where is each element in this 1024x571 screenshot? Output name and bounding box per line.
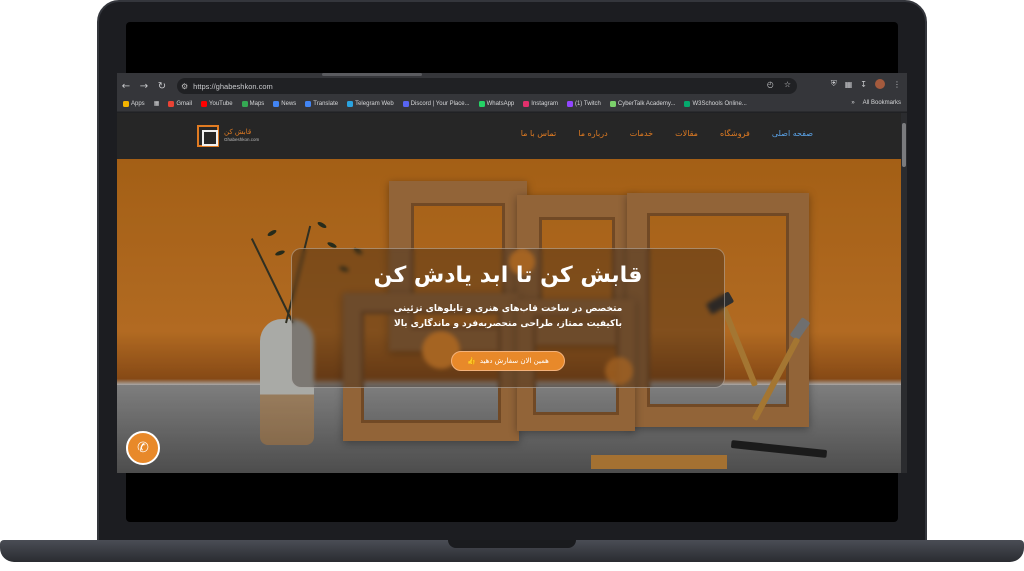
gmail-icon [168,100,175,107]
bookmark-item[interactable]: Instagram [523,100,558,107]
shield-icon[interactable]: ⛨ [831,79,837,89]
bookmark-item[interactable]: Apps [123,100,145,107]
hero-title: قابش کن تا ابد یادش کن [373,263,643,288]
site-logo[interactable]: قابش کن Ghabeshkon.com [197,125,259,147]
bookmark-label: (1) Twitch [574,100,601,107]
bookmark-item[interactable]: Telegram Web [347,100,394,107]
all-bookmarks-folder[interactable]: All Bookmarks [863,100,901,106]
bookmark-item[interactable]: Gmail [168,100,193,107]
url-text: https://ghabeshkon.com [193,81,273,91]
discord-icon [402,100,409,107]
nav-services[interactable]: خدمات [630,129,653,138]
w3schools-icon [684,100,691,107]
bookmarks-bar: Apps ▦ Gmail YouTube Maps News Translate… [117,96,907,112]
nav-articles[interactable]: مقالات [675,129,698,138]
bookmark-label: Translate [313,100,339,107]
site-header: قابش کن Ghabeshkon.com صفحه اصلی فروشگاه… [117,113,901,159]
main-nav: صفحه اصلی فروشگاه مقالات خدمات درباره ما… [521,129,813,138]
news-icon [273,100,280,107]
nav-about[interactable]: درباره ما [578,129,607,138]
back-icon[interactable]: ← [117,77,135,95]
thumbs-up-icon: 👍 [467,357,476,365]
bookmark-item[interactable]: YouTube [201,100,233,107]
toolbar-actions: ⛨ ▦ ↧ ⋮ [831,79,901,89]
telegram-icon [347,100,354,107]
bookmark-label: YouTube [209,100,233,107]
translate-icon[interactable]: ◴ [767,80,774,89]
more-bookmarks-icon[interactable]: » [851,100,854,106]
bookmark-item[interactable]: CyberTalk Academy... [609,100,676,107]
bookmark-item[interactable]: Maps [241,100,265,107]
bookmark-label: Instagram [531,100,558,107]
nav-home[interactable]: صفحه اصلی [772,129,813,138]
whatsapp-icon [478,100,485,107]
laptop-notch [448,540,576,548]
bookmark-label: Discord | Your Place... [410,100,470,107]
apps-grid-icon[interactable]: ▦ [154,100,160,107]
logo-domain: Ghabeshkon.com [224,137,260,143]
address-bar[interactable]: ⚙ https://ghabeshkon.com ◴ ☆ [177,78,797,94]
bookmark-item[interactable]: W3Schools Online... [684,100,747,107]
bookmark-item[interactable]: (1) Twitch [566,100,601,107]
bookmark-label: News [281,100,297,107]
hero-subtitle-line: باکیفیت ممتاز، طراحی منحصربه‌فرد و ماندگ… [394,318,622,329]
logo-name: قابش کن [224,128,252,137]
download-icon[interactable]: ↧ [860,80,867,89]
logo-frame-icon [197,125,219,147]
browser-toolbar: ← → ↻ ⚙ https://ghabeshkon.com ◴ ☆ ⛨ ▦ ↧… [117,76,907,96]
bookmark-label: W3Schools Online... [692,100,747,107]
hero-subtitle: متخصص در ساخت قاب‌های هنری و تابلوهای تز… [291,302,725,332]
extensions-icon[interactable]: ▦ [845,80,853,89]
bookmark-label: CyberTalk Academy... [617,100,676,107]
forward-icon[interactable]: → [135,77,153,95]
phone-icon: ✆ [137,440,149,456]
bookmark-label: Gmail [176,100,193,107]
hero-section: قابش کن تا ابد یادش کن متخصص در ساخت قاب… [117,159,901,473]
cybertalk-icon [609,100,616,107]
bookmark-item[interactable]: News [273,100,297,107]
bookmark-item[interactable]: Discord | Your Place... [402,100,470,107]
reload-icon[interactable]: ↻ [153,77,171,95]
page-scrollbar[interactable] [901,113,907,473]
youtube-icon [201,100,208,107]
profile-avatar[interactable] [875,79,885,89]
order-now-button[interactable]: همین الان سفارش دهید 👍 [451,351,565,371]
website: قابش کن Ghabeshkon.com صفحه اصلی فروشگاه… [117,113,901,473]
scrollbar-thumb[interactable] [902,123,906,167]
twitch-icon [566,100,573,107]
bookmark-label: Maps [249,100,265,107]
maps-icon [241,100,248,107]
cta-label: همین الان سفارش دهید [479,357,549,365]
hero-subtitle-line: متخصص در ساخت قاب‌های هنری و تابلوهای تز… [393,304,623,314]
browser-window: ← → ↻ ⚙ https://ghabeshkon.com ◴ ☆ ⛨ ▦ ↧… [117,73,907,473]
nav-shop[interactable]: فروشگاه [720,129,750,138]
bookmark-label: Apps [131,100,145,107]
bookmark-star-icon[interactable]: ☆ [784,80,791,89]
menu-dots-icon[interactable]: ⋮ [893,80,901,89]
bookmark-item[interactable]: WhatsApp [478,100,515,107]
bookmark-label: WhatsApp [486,100,515,107]
instagram-icon [523,100,530,107]
call-button[interactable]: ✆ [126,431,160,465]
apps-icon [123,100,129,107]
translate-bookmark-icon [305,100,312,107]
site-info-icon[interactable]: ⚙ [181,82,188,91]
nav-contact[interactable]: تماس با ما [521,129,557,138]
bookmark-item[interactable]: Translate [305,100,339,107]
bookmarks-right: » All Bookmarks [851,100,901,106]
bookmark-label: Telegram Web [355,100,394,107]
